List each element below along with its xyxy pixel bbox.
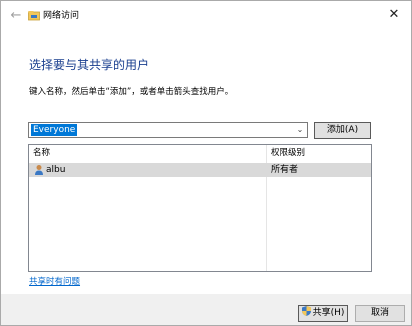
close-icon[interactable]: ✕	[387, 8, 401, 22]
row-permission[interactable]: 所有者	[271, 163, 298, 177]
instruction-text: 键入名称，然后单击“添加”，或者单击箭头查找用户。	[29, 87, 234, 97]
sharing-help-link[interactable]: 共享时有问题	[29, 275, 80, 287]
column-header-name[interactable]: 名称	[33, 145, 50, 161]
network-folder-icon	[28, 11, 40, 21]
title-bar: ← 网络访问 ✕	[1, 1, 411, 31]
user-name-combobox[interactable]: Everyone ⌄	[28, 122, 308, 138]
share-button[interactable]: 共享(H)	[298, 305, 348, 322]
network-access-dialog: ← 网络访问 ✕ 选择要与其共享的用户 键入名称，然后单击“添加”，或者单击箭头…	[0, 0, 412, 326]
page-heading: 选择要与其共享的用户	[29, 58, 150, 72]
column-header-permission[interactable]: 权限级别	[271, 145, 305, 161]
share-button-label: 共享(H)	[312, 308, 345, 318]
cancel-button[interactable]: 取消	[355, 305, 405, 322]
chevron-down-icon[interactable]: ⌄	[294, 123, 306, 137]
add-button[interactable]: 添加(A)	[314, 122, 371, 139]
shield-icon	[301, 306, 311, 316]
combo-value[interactable]: Everyone	[31, 124, 78, 136]
user-icon	[35, 165, 43, 175]
window-title: 网络访问	[43, 11, 80, 21]
table-row[interactable]: albu 所有者	[29, 163, 371, 177]
dialog-footer	[1, 294, 411, 325]
row-user-name: albu	[46, 165, 66, 175]
user-list[interactable]: 名称 权限级别 albu 所有者	[28, 144, 372, 272]
arrow-left-icon[interactable]: ←	[9, 9, 23, 23]
